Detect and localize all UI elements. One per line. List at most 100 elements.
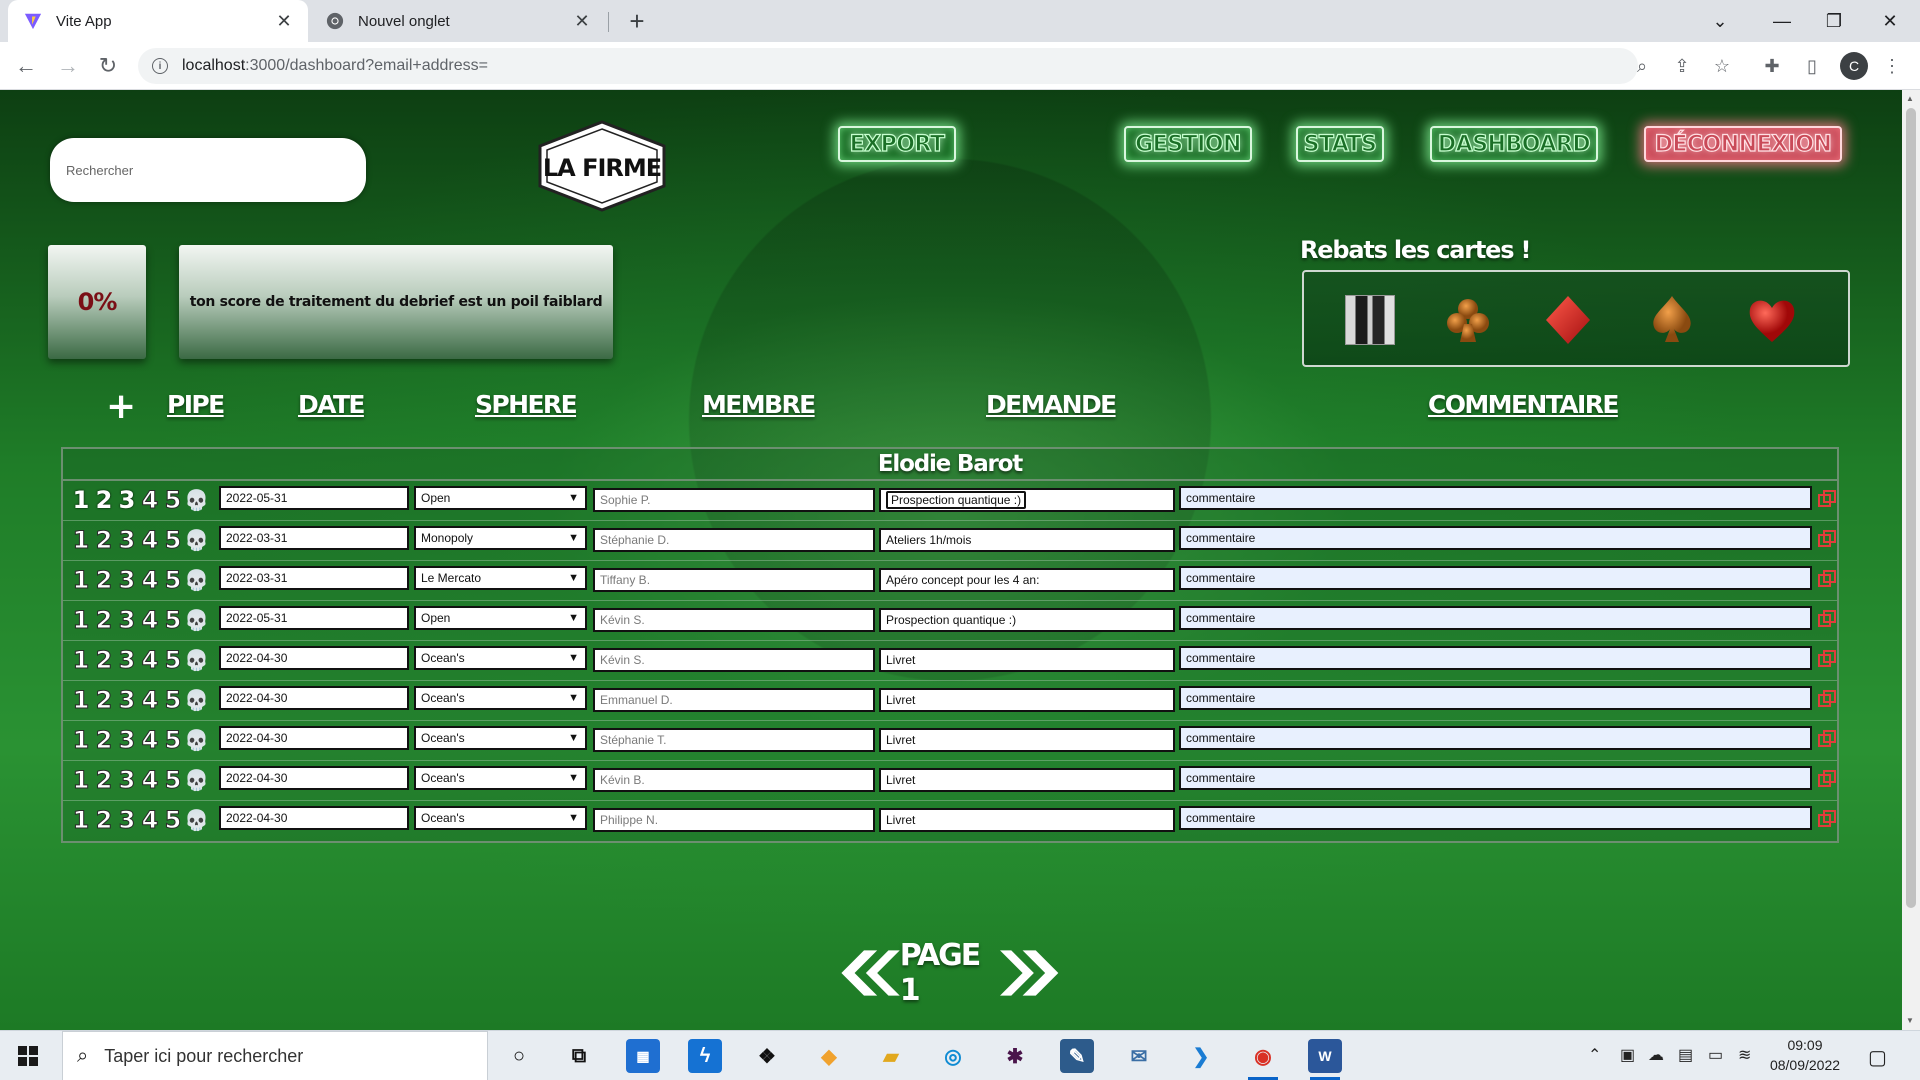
sphere-select[interactable]: Ocean's ▼: [414, 686, 587, 710]
member-input[interactable]: Emmanuel D.: [593, 688, 875, 712]
profile-avatar[interactable]: C: [1840, 52, 1868, 80]
sphere-select[interactable]: Ocean's ▼: [414, 806, 587, 830]
member-input[interactable]: Tiffany B.: [593, 568, 875, 592]
pipe-stage-5[interactable]: 5: [161, 486, 183, 515]
pipe-stage-4[interactable]: 4: [138, 486, 160, 515]
tray-device-icon[interactable]: ▣: [1620, 1045, 1635, 1065]
next-page-icon[interactable]: [1000, 947, 1068, 999]
pipe-stage-3[interactable]: 3: [115, 486, 137, 514]
column-pipe[interactable]: PIPE: [167, 390, 225, 419]
delete-icon[interactable]: [1817, 649, 1837, 669]
previous-page-icon[interactable]: [832, 947, 900, 999]
heart-icon[interactable]: [1746, 294, 1798, 346]
comment-input[interactable]: commentaire: [1179, 686, 1812, 710]
date-input[interactable]: 2022-03-31: [219, 526, 409, 550]
team-photo-card[interactable]: [1344, 294, 1396, 346]
scroll-down-icon[interactable]: ▼: [1906, 1016, 1914, 1025]
delete-icon[interactable]: [1817, 769, 1837, 789]
club-icon[interactable]: [1442, 294, 1494, 346]
pipe-stage-3[interactable]: 3: [115, 566, 137, 595]
pipe-stage-5[interactable]: 5: [161, 726, 183, 755]
pipe-stage-1[interactable]: 1: [69, 526, 91, 555]
pipe-stage-3[interactable]: 3: [115, 726, 137, 755]
pipe-stage-2[interactable]: 2: [92, 606, 114, 635]
date-input[interactable]: 2022-04-30: [219, 726, 409, 750]
pipe-stage-5[interactable]: 5: [161, 806, 183, 835]
skull-icon[interactable]: 💀: [184, 528, 209, 553]
pipe-stage-1[interactable]: 1: [69, 566, 91, 595]
tray-chevron-icon[interactable]: ⌃: [1588, 1045, 1601, 1065]
pipe-stage-2[interactable]: 2: [92, 526, 114, 555]
comment-input[interactable]: commentaire: [1179, 606, 1812, 630]
skull-icon[interactable]: 💀: [184, 808, 209, 833]
search-input[interactable]: [66, 162, 366, 178]
pipe-stage-4[interactable]: 4: [138, 766, 160, 795]
ssms-icon[interactable]: ✎: [1060, 1039, 1094, 1073]
member-input[interactable]: Philippe N.: [593, 808, 875, 832]
back-icon[interactable]: ←: [10, 50, 42, 82]
close-window-icon[interactable]: ✕: [1862, 0, 1918, 42]
date-input[interactable]: 2022-04-30: [219, 806, 409, 830]
close-tab-icon[interactable]: ✕: [274, 11, 294, 32]
comment-input[interactable]: commentaire: [1179, 526, 1812, 550]
column-date[interactable]: DATE: [298, 390, 365, 419]
minimize-icon[interactable]: —: [1754, 0, 1810, 42]
zoom-icon[interactable]: ⌕: [1626, 50, 1658, 82]
member-input[interactable]: Sophie P.: [593, 488, 875, 512]
delete-icon[interactable]: [1817, 569, 1837, 589]
page-scrollbar[interactable]: ▲ ▼: [1902, 90, 1920, 1030]
extensions-icon[interactable]: ✚: [1756, 50, 1788, 82]
mail-icon[interactable]: ✉: [1122, 1039, 1156, 1073]
pipe-stage-3[interactable]: 3: [115, 646, 137, 675]
onedrive-icon[interactable]: ☁: [1648, 1045, 1664, 1065]
delete-icon[interactable]: [1817, 689, 1837, 709]
comment-input[interactable]: commentaire: [1179, 726, 1812, 750]
skull-icon[interactable]: 💀: [184, 648, 209, 673]
bookmark-star-icon[interactable]: ☆: [1706, 50, 1738, 82]
pipe-stage-3[interactable]: 3: [115, 526, 137, 555]
reload-icon[interactable]: ↻: [92, 50, 124, 82]
date-input[interactable]: 2022-05-31: [219, 606, 409, 630]
pipe-stage-2[interactable]: 2: [92, 646, 114, 675]
stats-button[interactable]: STATS: [1296, 126, 1384, 162]
menu-kebab-icon[interactable]: ⋮: [1876, 50, 1908, 82]
skull-icon[interactable]: 💀: [184, 688, 209, 713]
export-button[interactable]: EXPORT: [838, 126, 956, 162]
column-request[interactable]: DEMANDE: [986, 390, 1117, 419]
scroll-up-icon[interactable]: ▲: [1906, 94, 1914, 103]
pipe-stage-1[interactable]: 1: [69, 726, 91, 755]
skull-icon[interactable]: 💀: [184, 768, 209, 793]
notification-icon[interactable]: ▢: [1868, 1045, 1887, 1070]
date-input[interactable]: 2022-05-31: [219, 486, 409, 510]
pipe-stage-4[interactable]: 4: [138, 566, 160, 595]
pipe-stage-4[interactable]: 4: [138, 686, 160, 715]
new-tab-icon[interactable]: +: [622, 6, 652, 37]
sphere-select[interactable]: Ocean's ▼: [414, 646, 587, 670]
windows-start-icon[interactable]: [18, 1046, 38, 1066]
pipe-stage-1[interactable]: 1: [69, 766, 91, 795]
sphere-select[interactable]: Open ▼: [414, 486, 587, 510]
gestion-button[interactable]: GESTION: [1124, 126, 1252, 162]
request-input[interactable]: Livret: [879, 768, 1175, 792]
pipe-stage-2[interactable]: 2: [92, 726, 114, 755]
task-view-icon[interactable]: ⧉: [562, 1039, 596, 1073]
request-input[interactable]: Ateliers 1h/mois: [879, 528, 1175, 552]
sphere-select[interactable]: Open ▼: [414, 606, 587, 630]
chrome-taskbar-icon[interactable]: ◉: [1246, 1039, 1280, 1080]
forward-icon[interactable]: →: [52, 50, 84, 82]
date-input[interactable]: 2022-04-30: [219, 646, 409, 670]
tab-new-tab[interactable]: Nouvel onglet ✕: [316, 0, 606, 42]
pipe-stage-5[interactable]: 5: [161, 646, 183, 675]
pipe-stage-4[interactable]: 4: [138, 806, 160, 835]
request-input[interactable]: Prospection quantique :): [879, 488, 1175, 512]
slack-icon[interactable]: ✱: [998, 1039, 1032, 1073]
address-bar[interactable]: i localhost:3000/dashboard?email+address…: [138, 48, 1638, 84]
pipe-stage-1[interactable]: 1: [69, 686, 91, 715]
scrollbar-thumb[interactable]: [1906, 108, 1916, 908]
comment-input[interactable]: commentaire: [1179, 766, 1812, 790]
sphere-select[interactable]: Ocean's ▼: [414, 726, 587, 750]
date-input[interactable]: 2022-04-30: [219, 686, 409, 710]
cortana-icon[interactable]: ○: [502, 1039, 536, 1073]
delete-icon[interactable]: [1817, 729, 1837, 749]
diamond-icon[interactable]: [1542, 294, 1594, 346]
